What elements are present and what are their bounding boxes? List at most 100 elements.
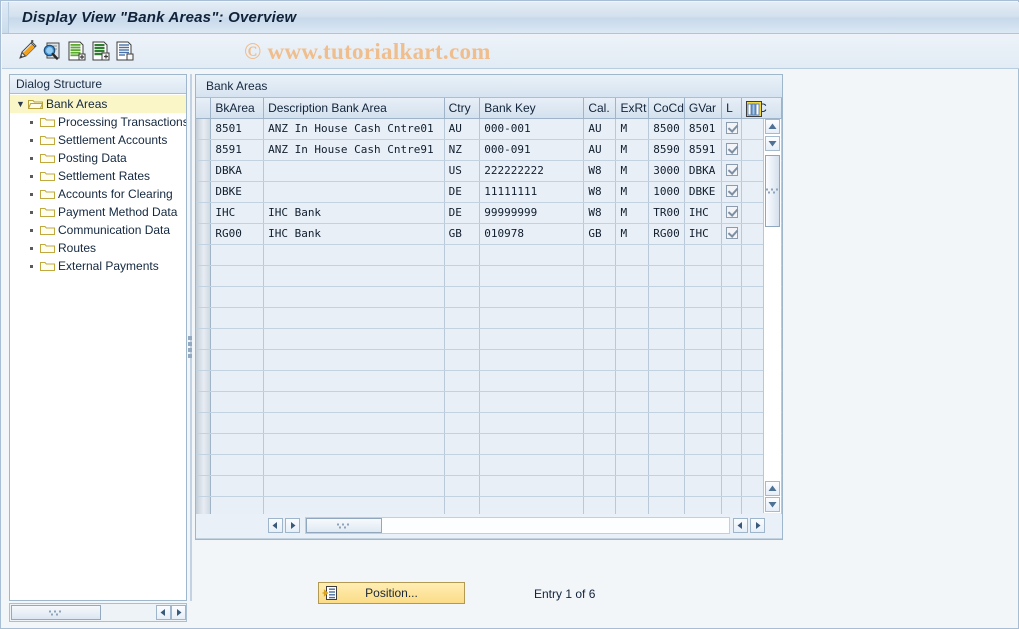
cell-l[interactable] bbox=[721, 391, 743, 413]
sidebar-item-payment-method-data[interactable]: Payment Method Data bbox=[10, 203, 186, 221]
cell-desc[interactable] bbox=[263, 265, 445, 287]
cell-gvar[interactable] bbox=[684, 370, 723, 392]
delete-entry-icon[interactable] bbox=[112, 39, 136, 63]
cell-ihc[interactable] bbox=[741, 538, 782, 539]
cell-ctry[interactable] bbox=[444, 391, 481, 413]
cell-gvar[interactable] bbox=[684, 328, 723, 350]
sidebar-item-bank-areas[interactable]: ▼ Bank Areas bbox=[10, 95, 186, 113]
cell-l[interactable] bbox=[721, 475, 743, 497]
cell-cocd[interactable] bbox=[648, 475, 685, 497]
cell-bkarea[interactable] bbox=[210, 328, 265, 350]
cell-exrt[interactable] bbox=[615, 538, 650, 539]
column-header-exrt[interactable]: ExRt bbox=[615, 98, 650, 119]
checkbox-locked[interactable] bbox=[725, 206, 738, 218]
cell-gvar[interactable] bbox=[684, 286, 723, 308]
checkbox-locked[interactable] bbox=[725, 122, 738, 134]
cell-desc[interactable] bbox=[263, 412, 445, 434]
cell-cal[interactable] bbox=[583, 433, 617, 455]
grid-scroll-right-button[interactable] bbox=[750, 518, 765, 533]
cell-ctry[interactable] bbox=[444, 433, 481, 455]
table-row[interactable] bbox=[196, 286, 782, 308]
cell-desc[interactable] bbox=[263, 370, 445, 392]
cell-l[interactable] bbox=[721, 160, 743, 182]
grid-vertical-scrollbar[interactable] bbox=[763, 119, 781, 513]
cell-ctry[interactable] bbox=[444, 265, 481, 287]
cell-exrt[interactable] bbox=[615, 454, 650, 476]
cell-ctry[interactable] bbox=[444, 370, 481, 392]
cell-bkarea[interactable]: 8501 bbox=[210, 118, 265, 140]
cell-cocd[interactable] bbox=[648, 328, 685, 350]
cell-cal[interactable] bbox=[583, 454, 617, 476]
cell-ctry[interactable] bbox=[444, 349, 481, 371]
cell-bankkey[interactable] bbox=[479, 433, 585, 455]
checkbox-locked[interactable] bbox=[725, 185, 738, 197]
sidebar-item-external-payments[interactable]: External Payments bbox=[10, 257, 186, 275]
cell-gvar[interactable] bbox=[684, 454, 723, 476]
cell-gvar[interactable] bbox=[684, 433, 723, 455]
cell-bankkey[interactable] bbox=[479, 307, 585, 329]
sidebar-scroll-right-button[interactable] bbox=[171, 605, 186, 620]
cell-ctry[interactable] bbox=[444, 538, 481, 539]
row-selector-button[interactable] bbox=[196, 139, 212, 161]
cell-bkarea[interactable]: DBKA bbox=[210, 160, 265, 182]
row-selector-button[interactable] bbox=[196, 181, 212, 203]
column-header-l[interactable]: L bbox=[721, 98, 743, 119]
cell-ctry[interactable]: GB bbox=[444, 223, 481, 245]
cell-bankkey[interactable]: 000-091 bbox=[479, 139, 585, 161]
cell-bkarea[interactable] bbox=[210, 244, 265, 266]
cell-l[interactable] bbox=[721, 181, 743, 203]
column-header-bkarea[interactable]: BkArea bbox=[210, 98, 265, 119]
cell-cocd[interactable]: 8590 bbox=[648, 139, 685, 161]
row-selector-button[interactable] bbox=[196, 286, 212, 308]
cell-desc[interactable] bbox=[263, 454, 445, 476]
table-row[interactable] bbox=[196, 349, 782, 371]
cell-l[interactable] bbox=[721, 202, 743, 224]
column-header-bankkey[interactable]: Bank Key bbox=[479, 98, 585, 119]
cell-cocd[interactable]: 1000 bbox=[648, 181, 685, 203]
grid-scroll-left-page-button[interactable] bbox=[285, 518, 300, 533]
table-row[interactable]: IHC IHC Bank DE 99999999 W8 M TR00 IHC bbox=[196, 202, 782, 224]
table-row[interactable] bbox=[196, 328, 782, 350]
grid-hscroll-thumb[interactable] bbox=[306, 518, 382, 533]
cell-desc[interactable] bbox=[263, 391, 445, 413]
cell-desc[interactable] bbox=[263, 286, 445, 308]
table-row[interactable]: 8591 ANZ In House Cash Cntre91 NZ 000-091 AU… bbox=[196, 139, 782, 161]
grid-scroll-left-button[interactable] bbox=[268, 518, 283, 533]
table-row[interactable]: 8501 ANZ In House Cash Cntre01 AU 000-001 AU… bbox=[196, 118, 782, 140]
row-selector-button[interactable] bbox=[196, 370, 212, 392]
position-button[interactable]: Position... bbox=[318, 582, 465, 604]
cell-l[interactable] bbox=[721, 412, 743, 434]
sidebar-item-routes[interactable]: Routes bbox=[10, 239, 186, 257]
cell-ctry[interactable] bbox=[444, 412, 481, 434]
cell-bankkey[interactable]: 99999999 bbox=[479, 202, 585, 224]
row-selector-button[interactable] bbox=[196, 160, 212, 182]
cell-bankkey[interactable] bbox=[479, 286, 585, 308]
cell-exrt[interactable] bbox=[615, 412, 650, 434]
cell-bankkey[interactable]: 000-001 bbox=[479, 118, 585, 140]
cell-desc[interactable] bbox=[263, 181, 445, 203]
cell-bankkey[interactable] bbox=[479, 265, 585, 287]
cell-gvar[interactable]: DBKE bbox=[684, 181, 723, 203]
panel-splitter[interactable] bbox=[187, 74, 195, 601]
cell-bkarea[interactable]: 8591 bbox=[210, 139, 265, 161]
cell-desc[interactable] bbox=[263, 475, 445, 497]
cell-gvar[interactable] bbox=[684, 391, 723, 413]
sidebar-item-processing-transactions[interactable]: Processing Transactions bbox=[10, 113, 186, 131]
grid-scroll-page-down-button[interactable] bbox=[765, 497, 780, 512]
cell-cal[interactable] bbox=[583, 391, 617, 413]
column-header-desc[interactable]: Description Bank Area bbox=[263, 98, 445, 119]
cell-desc[interactable]: ANZ In House Cash Cntre01 bbox=[263, 118, 445, 140]
new-entries-icon[interactable] bbox=[64, 39, 88, 63]
cell-exrt[interactable] bbox=[615, 307, 650, 329]
cell-cocd[interactable] bbox=[648, 307, 685, 329]
cell-desc[interactable] bbox=[263, 328, 445, 350]
cell-cal[interactable] bbox=[583, 286, 617, 308]
checkbox-locked[interactable] bbox=[725, 227, 738, 239]
cell-gvar[interactable]: DBKA bbox=[684, 160, 723, 182]
cell-exrt[interactable] bbox=[615, 328, 650, 350]
cell-gvar[interactable] bbox=[684, 244, 723, 266]
cell-bankkey[interactable] bbox=[479, 370, 585, 392]
table-row[interactable]: RG00 IHC Bank GB 010978 GB M RG00 IHC bbox=[196, 223, 782, 245]
cell-l[interactable] bbox=[721, 244, 743, 266]
cell-exrt[interactable] bbox=[615, 391, 650, 413]
